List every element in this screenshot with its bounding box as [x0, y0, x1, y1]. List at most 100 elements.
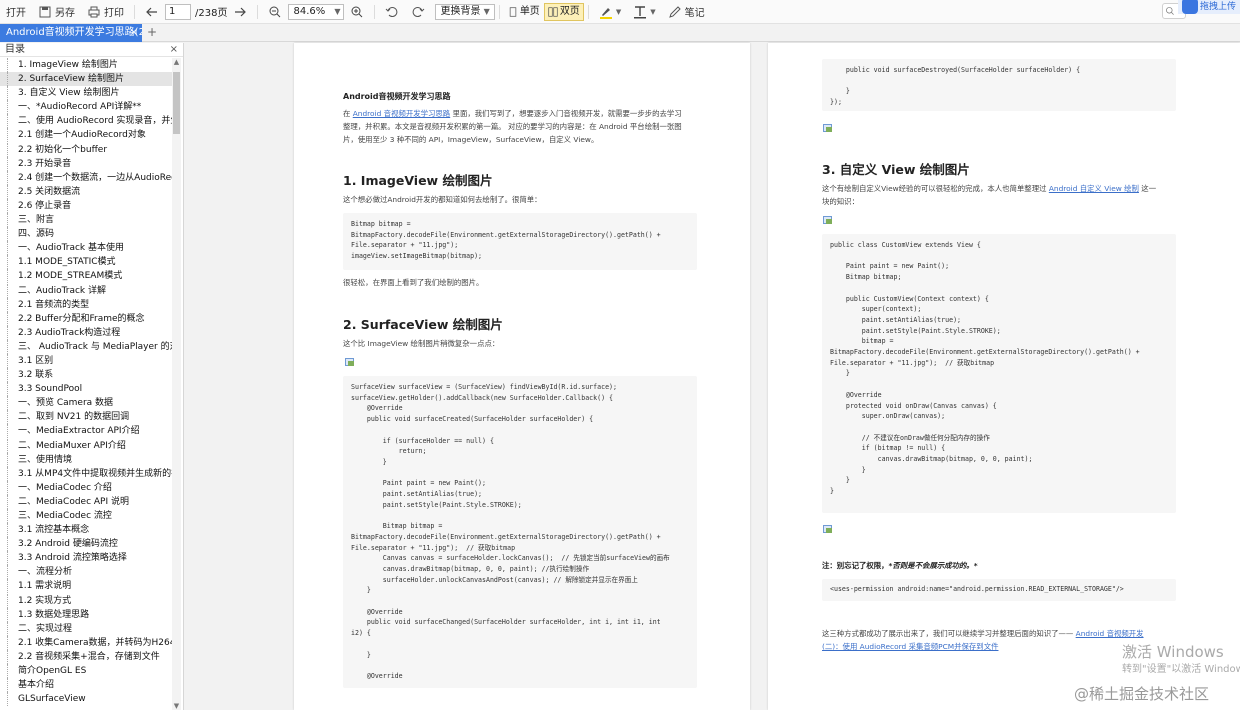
close-icon[interactable]: ×	[170, 43, 178, 57]
toc-item[interactable]: 一、MediaExtractor API介绍	[0, 424, 172, 439]
toc-item[interactable]: 1.2 MODE_STREAM模式	[0, 269, 172, 284]
zoom-select[interactable]: 84.6% ▼	[288, 3, 345, 20]
toc-item[interactable]: 3.1 流控基本概念	[0, 523, 172, 538]
change-background-label: 更换背景	[440, 5, 481, 17]
toc-item[interactable]: 一、AudioTrack 基本使用	[0, 241, 172, 256]
toc-item[interactable]: 3.2 Android 硬编码流控	[0, 537, 172, 552]
toc-item[interactable]: 1.3 数据处理思路	[0, 607, 172, 622]
document-page-left: Android音视频开发学习思路 在 Android 音视频开发学习思路 里面，…	[294, 43, 750, 710]
toc-item[interactable]: 一、MediaCodec 介绍	[0, 480, 172, 495]
outro-link-2[interactable]: (二)：使用 AudioRecord 采集音频PCM并保存到文件	[822, 642, 998, 651]
highlight-button[interactable]: ▼	[593, 2, 627, 22]
intro-link[interactable]: Android 音视频开发学习思路	[353, 109, 450, 118]
scroll-down-icon[interactable]: ▼	[172, 702, 181, 710]
toc-item[interactable]: 1.1 MODE_STATIC模式	[0, 255, 172, 270]
toc-item[interactable]: 1.1 需求说明	[0, 579, 172, 594]
paragraph-surfaceview: 这个比 ImageView 绘制图片稍微复杂一点点：	[343, 339, 500, 348]
toc-item[interactable]: 3.1 区别	[0, 353, 172, 369]
toc-item[interactable]: 3.3 SoundPool	[0, 382, 172, 397]
permission-note-prefix: 注：别忘记了权限，	[822, 561, 889, 570]
single-page-button[interactable]: 单页	[504, 3, 544, 21]
toc-item[interactable]: 二、取到 NV21 的数据回调	[0, 410, 172, 425]
paragraph-custom-view: 这个有绘制自定义View经验的可以很轻松的完成，本人也简单整理过 Android…	[822, 182, 1182, 208]
toc-item[interactable]: 三、使用情境	[0, 452, 172, 467]
toc-item[interactable]: 3. 自定义 View 绘制图片	[0, 86, 172, 101]
toc-item[interactable]: 基本介绍	[0, 678, 172, 693]
toc-item[interactable]: 2.4 创建一个数据流，一边从AudioRecord中读	[0, 170, 172, 185]
toc-item[interactable]: 三、MediaCodec 流控	[0, 509, 172, 524]
zoom-out-button[interactable]	[262, 2, 288, 22]
rotate-right-icon	[411, 5, 425, 19]
tab-document[interactable]: Android音视频开发学习思路(2... ×	[0, 24, 142, 42]
prev-page-button[interactable]	[139, 2, 165, 22]
save-as-button[interactable]: 另存	[32, 2, 81, 22]
toc-item[interactable]: 一、预览 Camera 数据	[0, 396, 172, 411]
scroll-thumb[interactable]	[173, 72, 180, 134]
toc-item[interactable]: 2.1 创建一个AudioRecord对象	[0, 128, 172, 143]
toc-item[interactable]: 2.1 音频流的类型	[0, 297, 172, 312]
arrow-left-icon	[145, 5, 159, 19]
toc-scrollbar[interactable]: ▲ ▼	[172, 58, 181, 710]
toc-item[interactable]: 3.2 联系	[0, 368, 172, 383]
toc-item[interactable]: 3.1 从MP4文件中提取视频并生成新的视频文件	[0, 466, 172, 481]
toolbar: 打开 另存 打印 1 /238页 84.6% ▼ 更换背景 ▼ 单页 双页 ▼ …	[0, 0, 1240, 24]
next-page-button[interactable]	[227, 2, 253, 22]
arrow-right-icon	[233, 5, 247, 19]
new-tab-button[interactable]: +	[147, 24, 157, 41]
windows-activation-title: 激活 Windows	[1122, 643, 1224, 661]
toc-item[interactable]: 二、MediaCodec API 说明	[0, 494, 172, 509]
double-page-button[interactable]: 双页	[543, 2, 584, 21]
change-background-select[interactable]: 更换背景 ▼	[435, 3, 495, 20]
cloud-upload-button[interactable]: 拖拽上传	[1178, 0, 1240, 14]
toc-item[interactable]: 2.3 AudioTrack构造过程	[0, 325, 172, 340]
toc-item[interactable]: 三、 AudioTrack 与 MediaPlayer 的对比	[0, 339, 172, 354]
chevron-down-icon: ▼	[615, 7, 622, 16]
toc-item[interactable]: 2.3 开始录音	[0, 156, 172, 171]
toc-item[interactable]: 2. SurfaceView 绘制图片	[0, 72, 172, 87]
scroll-up-icon[interactable]: ▲	[172, 58, 181, 66]
toc-item[interactable]: 3.3 Android 流控策略选择	[0, 551, 172, 566]
rotate-right-button[interactable]	[405, 2, 431, 22]
outro-link-1[interactable]: Android 音视频开发	[1076, 629, 1144, 638]
toc-item[interactable]: 二、实现过程	[0, 621, 172, 636]
toc-item[interactable]: 简介OpenGL ES	[0, 664, 172, 679]
toc-item[interactable]: 四、源码	[0, 227, 172, 242]
toc-item[interactable]: 二、MediaMuxer API介绍	[0, 438, 172, 453]
intro-paragraph: 在 Android 音视频开发学习思路 里面，我们写到了，想要逐步入门音视频开发…	[343, 107, 713, 146]
page-number-input[interactable]: 1	[165, 3, 191, 20]
toc-item[interactable]: 2.2 Buffer分配和Frame的概念	[0, 311, 172, 326]
toolbar-divider	[587, 4, 589, 19]
document-title: Android音视频开发学习思路	[343, 92, 451, 101]
open-button[interactable]: 打开	[0, 2, 32, 22]
printer-icon	[87, 5, 101, 19]
notes-button[interactable]: 笔记	[662, 2, 711, 22]
zoom-in-button[interactable]	[344, 2, 370, 22]
toc-item[interactable]: 二、使用 AudioRecord 实现录音，并生成wav	[0, 114, 172, 129]
toc-item[interactable]: 2.2 初始化一个buffer	[0, 142, 172, 157]
toc-item[interactable]: 1. ImageView 绘制图片	[0, 58, 172, 73]
toc-item[interactable]: 2.6 停止录音	[0, 198, 172, 214]
toc-item[interactable]: 三、附言	[0, 213, 172, 228]
print-button[interactable]: 打印	[81, 2, 130, 22]
double-page-icon	[548, 6, 558, 17]
toc-item[interactable]: 二、AudioTrack 详解	[0, 283, 172, 298]
chevron-down-icon: ▼	[650, 7, 656, 16]
toc-item[interactable]: 一、流程分析	[0, 565, 172, 580]
toc-item[interactable]: 1.2 实现方式	[0, 593, 172, 608]
toc-item[interactable]: 一、*AudioRecord API详解**	[0, 100, 172, 115]
toc-item[interactable]: 2.1 收集Camera数据，并转码为H264存储到文件	[0, 635, 172, 650]
toc-item[interactable]: 2.5 关闭数据流	[0, 184, 172, 199]
highlighter-icon	[599, 5, 613, 19]
image-placeholder-icon	[823, 216, 832, 224]
tab-document-label: Android音视频开发学习思路(2...	[6, 27, 142, 38]
custom-view-link[interactable]: Android 自定义 View 绘制	[1049, 184, 1139, 193]
custom-view-line2: 块的知识：	[822, 197, 859, 206]
image-placeholder-icon	[823, 525, 832, 533]
text-format-button[interactable]: ▼	[627, 2, 661, 22]
rotate-left-button[interactable]	[379, 2, 405, 22]
close-icon[interactable]: ×	[130, 24, 138, 42]
toc-item[interactable]: GLSurfaceView	[0, 692, 172, 707]
notes-label: 笔记	[684, 8, 705, 19]
cloud-icon	[1182, 0, 1198, 14]
toc-item[interactable]: 2.2 音视频采集+混合，存储到文件	[0, 649, 172, 665]
